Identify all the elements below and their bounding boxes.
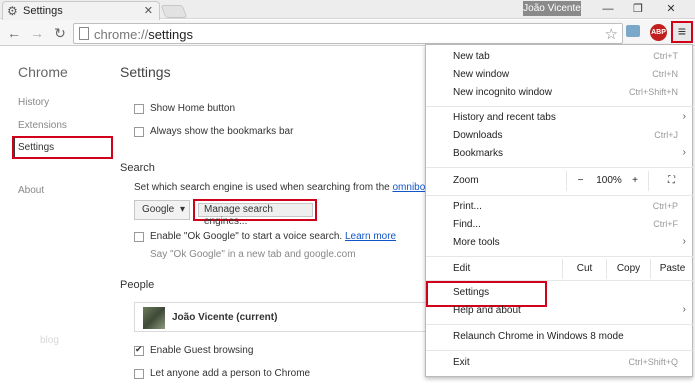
show-home-label: Show Home button xyxy=(150,103,236,114)
bookmark-star-icon[interactable]: ☆ xyxy=(605,25,618,43)
camera-extension-icon[interactable] xyxy=(626,25,640,37)
learn-more-link[interactable]: Learn more xyxy=(345,231,396,242)
menu-separator xyxy=(426,195,694,196)
menu-separator xyxy=(426,324,694,325)
adblock-plus-icon[interactable]: ABP xyxy=(650,24,667,41)
profile-list-item[interactable]: João Vicente (current) xyxy=(134,302,434,332)
profile-name: João Vicente (current) xyxy=(172,312,278,323)
cut-button[interactable]: Cut xyxy=(562,259,606,279)
url-text: chrome://settings xyxy=(94,27,193,42)
search-heading: Search xyxy=(120,162,155,174)
ok-google-hint: Say "Ok Google" in a new tab and google.… xyxy=(150,249,356,260)
menu-separator xyxy=(426,106,694,107)
manage-search-engines-button[interactable]: Manage search engines... xyxy=(198,203,313,227)
search-engine-select[interactable]: Google xyxy=(134,200,190,220)
guest-browsing-checkbox[interactable] xyxy=(134,344,144,356)
page-title: Settings xyxy=(120,64,171,80)
menu-separator xyxy=(426,167,694,168)
menu-item-help[interactable]: Help and about › xyxy=(426,303,694,321)
menu-item-new-window[interactable]: New window Ctrl+N xyxy=(426,67,694,85)
forward-icon[interactable]: → xyxy=(28,24,46,42)
menu-item-downloads[interactable]: Downloads Ctrl+J xyxy=(426,128,694,146)
maximize-button[interactable]: ❐ xyxy=(625,0,651,18)
menu-separator xyxy=(426,256,694,257)
profile-badge[interactable]: João Vicente xyxy=(523,1,581,16)
guest-browsing-label: Enable Guest browsing xyxy=(150,345,254,356)
menu-row-edit: Edit Cut Copy Paste xyxy=(426,259,694,279)
menu-item-exit[interactable]: Exit Ctrl+Shift+Q xyxy=(426,355,694,373)
paste-button[interactable]: Paste xyxy=(650,259,694,279)
menu-separator xyxy=(426,350,694,351)
show-bookmarks-label: Always show the bookmarks bar xyxy=(150,126,294,137)
ok-google-checkbox[interactable] xyxy=(134,232,144,242)
address-bar[interactable]: chrome://settings ☆ xyxy=(73,23,623,44)
chrome-menu: New tab Ctrl+T New window Ctrl+N New incog… xyxy=(425,44,694,377)
search-description: Set which search engine is used when sea… xyxy=(134,182,431,193)
menu-item-relaunch[interactable]: Relaunch Chrome in Windows 8 mode xyxy=(426,329,694,347)
title-bar: ⚙ Settings ✕ João Vicente — ❐ ✕ xyxy=(0,0,695,20)
new-tab-button[interactable] xyxy=(160,5,188,18)
highlight-box-manage-search: Manage search engines... xyxy=(193,199,317,227)
sidebar-item-history[interactable]: History xyxy=(18,97,49,108)
menu-item-more-tools[interactable]: More tools › xyxy=(426,235,694,253)
menu-item-history[interactable]: History and recent tabs › xyxy=(426,110,694,128)
people-heading: People xyxy=(120,279,155,291)
chrome-menu-button[interactable]: ≡ xyxy=(671,21,693,43)
add-person-checkbox[interactable] xyxy=(134,369,144,379)
minimize-button[interactable]: — xyxy=(595,0,621,18)
copy-button[interactable]: Copy xyxy=(606,259,650,279)
zoom-level: 100% xyxy=(596,175,622,186)
toolbar: ← → ↻ chrome://settings ☆ ABP xyxy=(0,20,695,46)
tab-settings[interactable]: ⚙ Settings ✕ xyxy=(2,1,160,20)
menu-row-zoom: Zoom − 100% + ⛶ xyxy=(426,171,694,193)
menu-item-print[interactable]: Print... Ctrl+P xyxy=(426,199,694,217)
sidebar-item-extensions[interactable]: Extensions xyxy=(18,120,67,131)
fullscreen-icon[interactable]: ⛶ xyxy=(648,171,694,191)
tab-close-icon[interactable]: ✕ xyxy=(144,4,153,17)
zoom-out-button[interactable]: − xyxy=(566,171,594,191)
sidebar-item-about[interactable]: About xyxy=(18,185,44,196)
watermark: blog xyxy=(40,335,59,346)
reload-icon[interactable]: ↻ xyxy=(51,24,69,42)
page-icon xyxy=(79,27,89,40)
show-home-checkbox[interactable] xyxy=(134,104,144,114)
back-icon[interactable]: ← xyxy=(5,24,23,42)
add-person-label: Let anyone add a person to Chrome xyxy=(150,368,311,379)
avatar xyxy=(143,307,165,329)
menu-item-find[interactable]: Find... Ctrl+F xyxy=(426,217,694,235)
close-window-button[interactable]: ✕ xyxy=(658,0,684,18)
submenu-arrow-icon: › xyxy=(682,236,686,247)
show-bookmarks-checkbox[interactable] xyxy=(134,127,144,137)
highlight-box-sidebar-settings xyxy=(12,136,113,159)
tab-title: Settings xyxy=(23,5,63,17)
submenu-arrow-icon: › xyxy=(682,304,686,315)
menu-item-new-tab[interactable]: New tab Ctrl+T xyxy=(426,49,694,67)
zoom-in-button[interactable]: + xyxy=(624,171,646,191)
menu-item-bookmarks[interactable]: Bookmarks › xyxy=(426,146,694,164)
gear-icon: ⚙ xyxy=(7,4,18,18)
sidebar-title: Chrome xyxy=(18,64,68,80)
submenu-arrow-icon: › xyxy=(682,111,686,122)
ok-google-label: Enable "Ok Google" to start a voice sear… xyxy=(150,231,397,242)
menu-item-incognito[interactable]: New incognito window Ctrl+Shift+N xyxy=(426,85,694,103)
submenu-arrow-icon: › xyxy=(682,147,686,158)
